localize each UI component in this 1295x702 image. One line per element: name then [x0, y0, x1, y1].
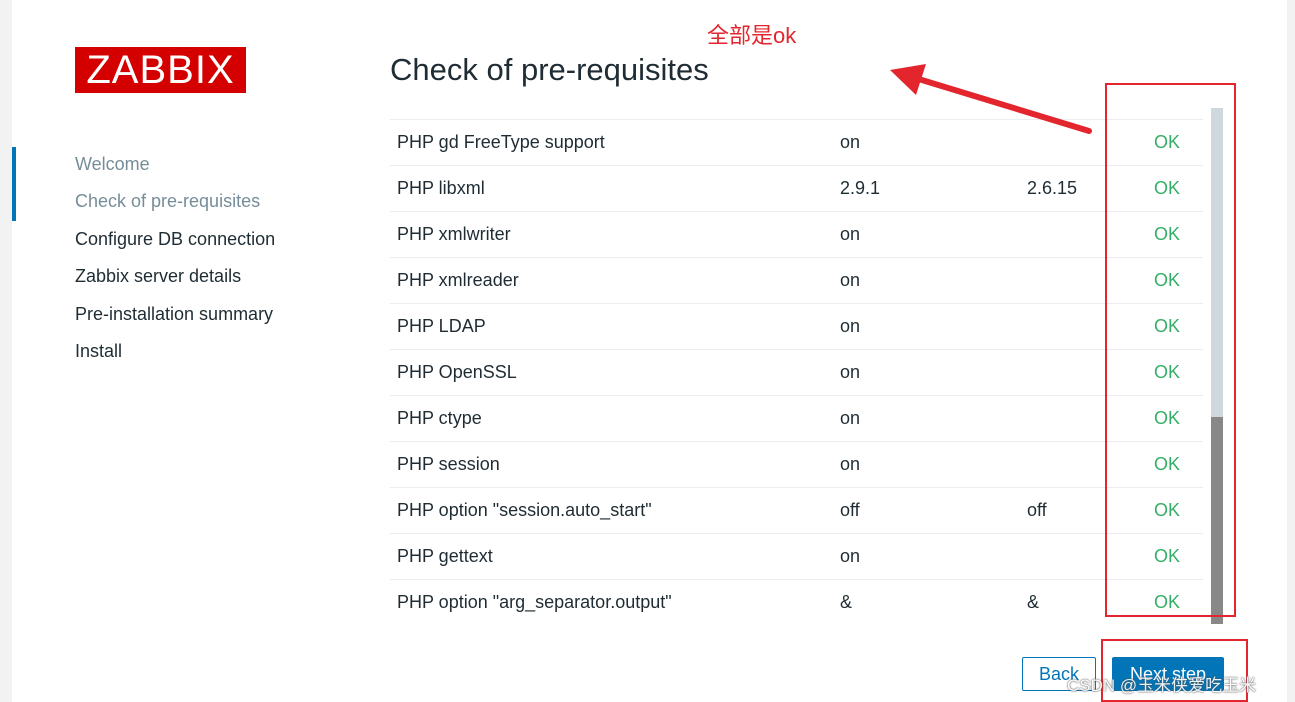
current-value: off: [833, 487, 1020, 534]
step-preinstall-summary: Pre-installation summary: [75, 303, 274, 324]
table-row: PHP xmlwriter on OK: [390, 211, 1203, 258]
step-welcome: Welcome: [75, 154, 150, 174]
current-value: on: [833, 119, 1020, 166]
active-step-indicator: [12, 147, 16, 221]
current-value: on: [833, 257, 1020, 304]
requirement-name: PHP ctype: [390, 395, 833, 442]
step-server-details: Zabbix server details: [75, 266, 242, 287]
current-value: on: [833, 211, 1020, 258]
table-row: PHP ctype on OK: [390, 395, 1203, 442]
step-install: Install: [75, 340, 123, 361]
table-row: PHP session on OK: [390, 441, 1203, 488]
table-row: PHP xmlreader on OK: [390, 257, 1203, 304]
current-value: 2.9.1: [833, 165, 1020, 212]
requirement-name: PHP xmlreader: [390, 257, 833, 304]
requirement-name: PHP OpenSSL: [390, 349, 833, 396]
requirement-name: PHP option "arg_separator.output": [390, 579, 833, 624]
requirement-name: PHP option "session.auto_start": [390, 487, 833, 534]
current-value: on: [833, 303, 1020, 350]
table-row: PHP gd FreeType support on OK: [390, 119, 1203, 166]
prerequisites-table-container[interactable]: PHP gd FreeType support on OK PHP libxml 2.9…: [390, 108, 1210, 624]
requirement-name: PHP gd FreeType support: [390, 119, 833, 166]
requirement-name: PHP session: [390, 441, 833, 488]
table-row: PHP option "arg_separator.output" & & OK: [390, 579, 1203, 624]
current-value: &: [833, 579, 1020, 624]
annotation-box-status-column: [1105, 83, 1236, 617]
requirement-name: PHP xmlwriter: [390, 211, 833, 258]
current-value: on: [833, 395, 1020, 442]
table-row: PHP OpenSSL on OK: [390, 349, 1203, 396]
requirement-name: PHP LDAP: [390, 303, 833, 350]
current-value: on: [833, 533, 1020, 580]
csdn-watermark: CSDN @玉米侠爱吃玉米: [1067, 676, 1257, 695]
table-row: PHP LDAP on OK: [390, 303, 1203, 350]
current-value: on: [833, 441, 1020, 488]
table-row: PHP gettext on OK: [390, 533, 1203, 580]
requirement-name: PHP libxml: [390, 165, 833, 212]
requirement-name: PHP gettext: [390, 533, 833, 580]
zabbix-logo: ZABBIX: [75, 47, 246, 93]
step-configure-db: Configure DB connection: [75, 228, 276, 249]
prerequisites-table: PHP gd FreeType support on OK PHP libxml 2.9…: [390, 119, 1203, 624]
table-row: PHP libxml 2.9.1 2.6.15 OK: [390, 165, 1203, 212]
setup-steps-nav: Welcome Check of pre-requisites Configur…: [75, 152, 275, 376]
annotation-text: 全部是ok: [707, 23, 797, 48]
table-row: PHP option "session.auto_start" off off OK: [390, 487, 1203, 534]
page-title: Check of pre-requisites: [390, 52, 709, 87]
step-check-prerequisites: Check of pre-requisites: [75, 191, 261, 212]
current-value: on: [833, 349, 1020, 396]
